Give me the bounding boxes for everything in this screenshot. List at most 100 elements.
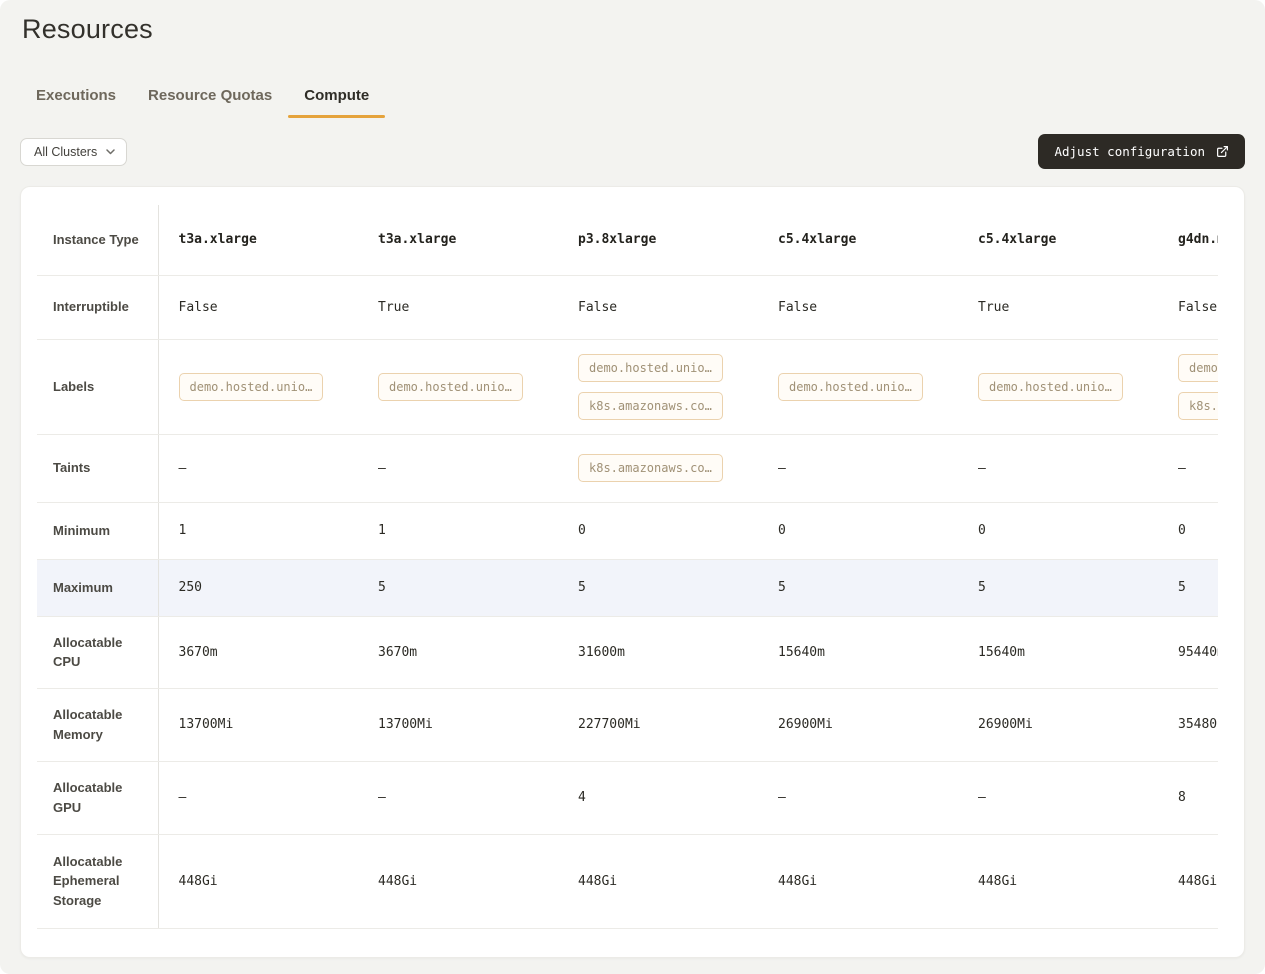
cell-interruptible-1: True: [358, 275, 558, 339]
cell-maximum-0: 250: [158, 559, 358, 616]
cell-allocatable-memory-1: 13700Mi: [358, 688, 558, 761]
cell-minimum-0: 1: [158, 502, 358, 559]
cell-labels-0: demo.hosted.unio…: [158, 339, 358, 434]
label-chip: demo.hosted.unio…: [378, 373, 523, 401]
compute-table-card: Instance Type t3a.xlarge t3a.xlarge p3.8…: [20, 186, 1245, 958]
cell-allocatable-gpu-0: —: [158, 761, 358, 834]
cell-labels-2: demo.hosted.unio… k8s.amazonaws.co…: [558, 339, 758, 434]
cell-allocatable-cpu-4: 15640m: [958, 616, 1158, 688]
tab-bar: Executions Resource Quotas Compute: [20, 77, 1245, 118]
cell-interruptible-2: False: [558, 275, 758, 339]
tab-resource-quotas[interactable]: Resource Quotas: [132, 77, 288, 118]
cell-maximum-4: 5: [958, 559, 1158, 616]
row-taints: Taints — — k8s.amazonaws.co… — — —: [37, 434, 1218, 502]
cell-minimum-4: 0: [958, 502, 1158, 559]
row-minimum: Minimum 1 1 0 0 0 0: [37, 502, 1218, 559]
cell-taints-5: —: [1158, 434, 1218, 502]
cell-instance-type-5: g4dn.metal: [1158, 205, 1218, 275]
cell-taints-4: —: [958, 434, 1158, 502]
cell-allocatable-gpu-1: —: [358, 761, 558, 834]
page-title: Resources: [20, 14, 1245, 45]
row-instance-type: Instance Type t3a.xlarge t3a.xlarge p3.8…: [37, 205, 1218, 275]
row-allocatable-ephemeral-storage: Allocatable Ephemeral Storage 448Gi 448G…: [37, 834, 1218, 928]
cell-allocatable-memory-3: 26900Mi: [758, 688, 958, 761]
cell-allocatable-ephemeral-storage-2: 448Gi: [558, 834, 758, 928]
row-label-allocatable-memory: Allocatable Memory: [37, 688, 158, 761]
row-label-allocatable-ephemeral-storage: Allocatable Ephemeral Storage: [37, 834, 158, 928]
cell-allocatable-memory-2: 227700Mi: [558, 688, 758, 761]
row-labels: Labels demo.hosted.unio… demo.hosted.uni…: [37, 339, 1218, 434]
cell-minimum-1: 1: [358, 502, 558, 559]
toolbar: All Clusters Adjust configuration: [20, 134, 1245, 169]
label-chip: demo.hosted.unio…: [978, 373, 1123, 401]
adjust-configuration-button[interactable]: Adjust configuration: [1038, 134, 1245, 169]
row-label-minimum: Minimum: [37, 502, 158, 559]
label-chip: demo.hosted.unio…: [778, 373, 923, 401]
cell-labels-4: demo.hosted.unio…: [958, 339, 1158, 434]
label-chip: k8s.amazonaws.co…: [578, 392, 723, 420]
cell-maximum-1: 5: [358, 559, 558, 616]
cell-allocatable-gpu-4: —: [958, 761, 1158, 834]
row-label-allocatable-cpu: Allocatable CPU: [37, 616, 158, 688]
cell-allocatable-memory-0: 13700Mi: [158, 688, 358, 761]
cluster-filter-label: All Clusters: [34, 145, 97, 159]
resources-page: Resources Executions Resource Quotas Com…: [0, 0, 1265, 974]
cell-maximum-3: 5: [758, 559, 958, 616]
label-chip: demo.hosted.unio…: [578, 354, 723, 382]
cell-minimum-2: 0: [558, 502, 758, 559]
cell-taints-3: —: [758, 434, 958, 502]
adjust-configuration-label: Adjust configuration: [1054, 144, 1205, 159]
external-link-icon: [1216, 145, 1229, 158]
cell-instance-type-0: t3a.xlarge: [158, 205, 358, 275]
row-allocatable-gpu: Allocatable GPU — — 4 — — 8: [37, 761, 1218, 834]
cell-allocatable-memory-4: 26900Mi: [958, 688, 1158, 761]
cell-allocatable-ephemeral-storage-5: 448Gi: [1158, 834, 1218, 928]
chevron-down-icon: [106, 149, 115, 155]
cell-maximum-2: 5: [558, 559, 758, 616]
cell-instance-type-3: c5.4xlarge: [758, 205, 958, 275]
cell-instance-type-2: p3.8xlarge: [558, 205, 758, 275]
cell-allocatable-cpu-0: 3670m: [158, 616, 358, 688]
row-maximum: Maximum 250 5 5 5 5 5: [37, 559, 1218, 616]
cell-allocatable-cpu-2: 31600m: [558, 616, 758, 688]
cell-interruptible-3: False: [758, 275, 958, 339]
cell-allocatable-gpu-2: 4: [558, 761, 758, 834]
cell-allocatable-cpu-5: 95440m: [1158, 616, 1218, 688]
row-label-maximum: Maximum: [37, 559, 158, 616]
cell-allocatable-ephemeral-storage-1: 448Gi: [358, 834, 558, 928]
row-label-labels: Labels: [37, 339, 158, 434]
tab-compute[interactable]: Compute: [288, 77, 385, 118]
cell-allocatable-ephemeral-storage-0: 448Gi: [158, 834, 358, 928]
cell-allocatable-gpu-3: —: [758, 761, 958, 834]
cell-labels-1: demo.hosted.unio…: [358, 339, 558, 434]
row-label-taints: Taints: [37, 434, 158, 502]
cell-allocatable-memory-5: 354800Mi: [1158, 688, 1218, 761]
cell-allocatable-ephemeral-storage-3: 448Gi: [758, 834, 958, 928]
compute-table: Instance Type t3a.xlarge t3a.xlarge p3.8…: [37, 205, 1218, 929]
taint-chip: k8s.amazonaws.co…: [578, 454, 723, 482]
cell-allocatable-cpu-3: 15640m: [758, 616, 958, 688]
cell-interruptible-4: True: [958, 275, 1158, 339]
row-interruptible: Interruptible False True False False Tru…: [37, 275, 1218, 339]
cell-taints-1: —: [358, 434, 558, 502]
row-label-allocatable-gpu: Allocatable GPU: [37, 761, 158, 834]
tab-executions[interactable]: Executions: [20, 77, 132, 118]
compute-table-scroll-area[interactable]: Instance Type t3a.xlarge t3a.xlarge p3.8…: [37, 205, 1218, 929]
cell-labels-5: demo.hosted.unio… k8s.amazonaws.co…: [1158, 339, 1218, 434]
cell-minimum-3: 0: [758, 502, 958, 559]
cell-allocatable-gpu-5: 8: [1158, 761, 1218, 834]
cell-minimum-5: 0: [1158, 502, 1218, 559]
cell-taints-2: k8s.amazonaws.co…: [558, 434, 758, 502]
row-allocatable-cpu: Allocatable CPU 3670m 3670m 31600m 15640…: [37, 616, 1218, 688]
cell-allocatable-ephemeral-storage-4: 448Gi: [958, 834, 1158, 928]
label-chip: k8s.amazonaws.co…: [1178, 392, 1218, 420]
cell-labels-3: demo.hosted.unio…: [758, 339, 958, 434]
cluster-filter-dropdown[interactable]: All Clusters: [20, 138, 127, 166]
label-chip: demo.hosted.unio…: [1178, 354, 1218, 382]
cell-maximum-5: 5: [1158, 559, 1218, 616]
cell-allocatable-cpu-1: 3670m: [358, 616, 558, 688]
cell-taints-0: —: [158, 434, 358, 502]
label-chip: demo.hosted.unio…: [179, 373, 324, 401]
row-label-interruptible: Interruptible: [37, 275, 158, 339]
cell-instance-type-1: t3a.xlarge: [358, 205, 558, 275]
